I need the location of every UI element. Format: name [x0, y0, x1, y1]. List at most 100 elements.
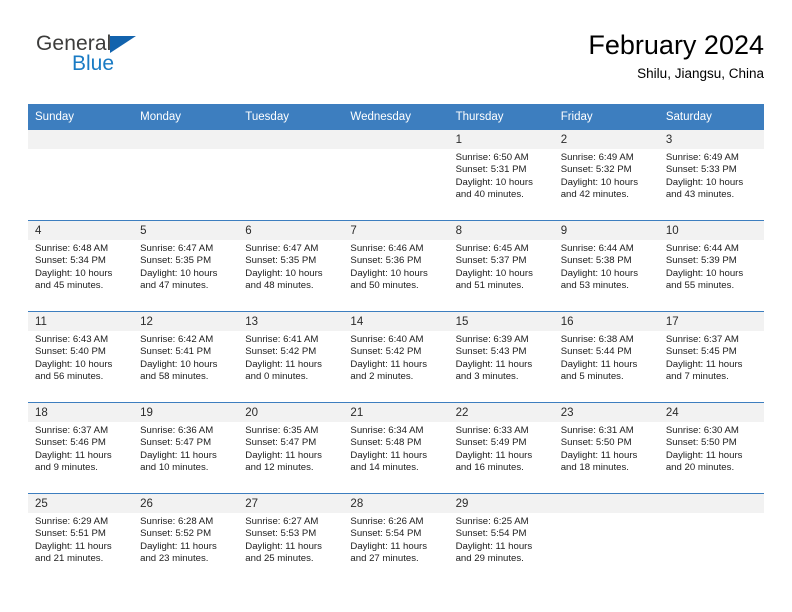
calendar-day-cell[interactable]: 10 Sunrise: 6:44 AM Sunset: 5:39 PM Dayligh…	[658, 220, 764, 312]
day-detail-daylight-line2: and 48 minutes.	[245, 280, 314, 292]
day-detail-sunset: Sunset: 5:47 PM	[140, 437, 212, 449]
calendar-cell-inner: 25 Sunrise: 6:29 AM Sunset: 5:51 PM Dayligh…	[28, 494, 134, 584]
day-number: 27	[238, 494, 344, 513]
calendar-day-cell[interactable]: 9 Sunrise: 6:44 AM Sunset: 5:38 PM Daylight…	[553, 220, 659, 312]
calendar-day-cell[interactable]: 11 Sunrise: 6:43 AM Sunset: 5:40 PM Dayligh…	[28, 311, 134, 403]
calendar-cell-inner: 10 Sunrise: 6:44 AM Sunset: 5:39 PM Dayligh…	[658, 221, 764, 311]
calendar-day-cell[interactable]: 16 Sunrise: 6:38 AM Sunset: 5:44 PM Dayligh…	[553, 311, 659, 403]
calendar-body: 1 Sunrise: 6:50 AM Sunset: 5:31 PM Daylight…	[28, 130, 764, 584]
day-details: Sunrise: 6:37 AM Sunset: 5:45 PM Daylight:…	[659, 331, 764, 384]
calendar-cell-empty	[553, 493, 659, 584]
calendar-day-cell[interactable]: 13 Sunrise: 6:41 AM Sunset: 5:42 PM Dayligh…	[238, 311, 344, 403]
day-number: 3	[658, 130, 764, 149]
calendar-cell-inner: 22 Sunrise: 6:33 AM Sunset: 5:49 PM Dayligh…	[448, 403, 554, 493]
day-detail-daylight-line1: Daylight: 10 hours	[665, 267, 744, 279]
calendar-day-cell[interactable]: 29 Sunrise: 6:25 AM Sunset: 5:54 PM Dayligh…	[448, 493, 554, 584]
day-detail-daylight-line2: and 42 minutes.	[560, 189, 629, 201]
day-number	[658, 494, 764, 513]
day-detail-sunset: Sunset: 5:34 PM	[35, 255, 106, 267]
general-blue-logo[interactable]: General Blue	[36, 32, 216, 88]
day-detail-sunset: Sunset: 5:42 PM	[350, 346, 422, 358]
calendar-day-cell[interactable]: 5 Sunrise: 6:47 AM Sunset: 5:35 PM Daylight…	[133, 220, 239, 312]
calendar-day-cell[interactable]: 23 Sunrise: 6:31 AM Sunset: 5:50 PM Dayligh…	[553, 402, 659, 494]
calendar-cell-empty	[343, 130, 449, 221]
calendar-day-cell[interactable]: 1 Sunrise: 6:50 AM Sunset: 5:31 PM Daylight…	[448, 130, 554, 221]
day-detail-daylight-line1: Daylight: 10 hours	[455, 267, 533, 279]
day-detail-sunset: Sunset: 5:44 PM	[560, 346, 632, 358]
day-detail-daylight-line1: Daylight: 11 hours	[560, 358, 638, 370]
calendar-day-cell[interactable]: 7 Sunrise: 6:46 AM Sunset: 5:36 PM Daylight…	[343, 220, 449, 312]
day-details: Sunrise: 6:40 AM Sunset: 5:42 PM Daylight:…	[343, 331, 448, 384]
calendar-cell-inner	[238, 130, 344, 220]
day-detail-sunset: Sunset: 5:45 PM	[665, 346, 737, 358]
day-detail-sunrise: Sunrise: 6:44 AM	[665, 243, 739, 254]
day-detail-daylight-line1: Daylight: 11 hours	[455, 540, 533, 552]
calendar-cell-inner: 16 Sunrise: 6:38 AM Sunset: 5:44 PM Dayligh…	[553, 312, 659, 402]
day-details: Sunrise: 6:44 AM Sunset: 5:39 PM Daylight:…	[659, 240, 764, 293]
calendar-day-cell[interactable]: 28 Sunrise: 6:26 AM Sunset: 5:54 PM Dayligh…	[343, 493, 449, 584]
day-detail-daylight-line2: and 45 minutes.	[35, 280, 104, 292]
calendar-day-cell[interactable]: 21 Sunrise: 6:34 AM Sunset: 5:48 PM Dayligh…	[343, 402, 449, 494]
day-detail-sunrise: Sunrise: 6:47 AM	[140, 243, 214, 254]
weekday-header-wednesday: Wednesday	[343, 104, 449, 130]
calendar-day-cell[interactable]: 19 Sunrise: 6:36 AM Sunset: 5:47 PM Dayligh…	[133, 402, 239, 494]
calendar-cell-inner: 17 Sunrise: 6:37 AM Sunset: 5:45 PM Dayligh…	[658, 312, 764, 402]
weekday-header-tuesday: Tuesday	[238, 104, 344, 130]
calendar-day-cell[interactable]: 2 Sunrise: 6:49 AM Sunset: 5:32 PM Daylight…	[553, 130, 659, 221]
calendar-cell-empty	[658, 493, 764, 584]
calendar-day-cell[interactable]: 26 Sunrise: 6:28 AM Sunset: 5:52 PM Dayligh…	[133, 493, 239, 584]
day-detail-daylight-line1: Daylight: 10 hours	[455, 176, 533, 188]
calendar-week-row: 18 Sunrise: 6:37 AM Sunset: 5:46 PM Dayligh…	[28, 402, 764, 494]
day-number: 15	[448, 312, 554, 331]
day-number: 29	[448, 494, 554, 513]
day-detail-sunset: Sunset: 5:35 PM	[245, 255, 317, 267]
day-details: Sunrise: 6:49 AM Sunset: 5:33 PM Daylight:…	[659, 149, 764, 202]
day-detail-daylight-line2: and 7 minutes.	[665, 371, 729, 383]
calendar-day-cell[interactable]: 8 Sunrise: 6:45 AM Sunset: 5:37 PM Daylight…	[448, 220, 554, 312]
day-detail-sunrise: Sunrise: 6:29 AM	[35, 516, 109, 527]
calendar-day-cell[interactable]: 18 Sunrise: 6:37 AM Sunset: 5:46 PM Dayligh…	[28, 402, 134, 494]
day-detail-sunset: Sunset: 5:31 PM	[455, 164, 527, 176]
day-detail-sunrise: Sunrise: 6:38 AM	[560, 334, 634, 345]
day-detail-sunset: Sunset: 5:54 PM	[455, 528, 527, 540]
calendar-cell-inner: 3 Sunrise: 6:49 AM Sunset: 5:33 PM Daylight…	[658, 130, 764, 220]
calendar-week-row: 1 Sunrise: 6:50 AM Sunset: 5:31 PM Daylight…	[28, 130, 764, 221]
calendar-day-cell[interactable]: 27 Sunrise: 6:27 AM Sunset: 5:53 PM Dayligh…	[238, 493, 344, 584]
calendar-cell-empty	[238, 130, 344, 221]
day-detail-daylight-line2: and 43 minutes.	[665, 189, 735, 201]
day-number: 16	[553, 312, 659, 331]
calendar-cell-inner	[343, 130, 449, 220]
day-detail-daylight-line2: and 0 minutes.	[245, 371, 309, 383]
day-details: Sunrise: 6:26 AM Sunset: 5:54 PM Daylight:…	[343, 513, 448, 566]
day-detail-daylight-line1: Daylight: 10 hours	[245, 267, 323, 279]
calendar-day-cell[interactable]: 15 Sunrise: 6:39 AM Sunset: 5:43 PM Dayligh…	[448, 311, 554, 403]
calendar-cell-inner: 24 Sunrise: 6:30 AM Sunset: 5:50 PM Dayligh…	[658, 403, 764, 493]
calendar-day-cell[interactable]: 24 Sunrise: 6:30 AM Sunset: 5:50 PM Dayligh…	[658, 402, 764, 494]
calendar-day-cell[interactable]: 17 Sunrise: 6:37 AM Sunset: 5:45 PM Dayligh…	[658, 311, 764, 403]
calendar-day-cell[interactable]: 6 Sunrise: 6:47 AM Sunset: 5:35 PM Daylight…	[238, 220, 344, 312]
calendar-day-cell[interactable]: 12 Sunrise: 6:42 AM Sunset: 5:41 PM Dayligh…	[133, 311, 239, 403]
calendar-day-cell[interactable]: 25 Sunrise: 6:29 AM Sunset: 5:51 PM Dayligh…	[28, 493, 134, 584]
day-detail-daylight-line1: Daylight: 11 hours	[350, 358, 428, 370]
day-detail-daylight-line1: Daylight: 10 hours	[140, 267, 218, 279]
calendar-day-cell[interactable]: 22 Sunrise: 6:33 AM Sunset: 5:49 PM Dayligh…	[448, 402, 554, 494]
calendar-day-cell[interactable]: 4 Sunrise: 6:48 AM Sunset: 5:34 PM Daylight…	[28, 220, 134, 312]
calendar-cell-inner: 13 Sunrise: 6:41 AM Sunset: 5:42 PM Dayligh…	[238, 312, 344, 402]
day-details: Sunrise: 6:50 AM Sunset: 5:31 PM Daylight:…	[449, 149, 554, 202]
day-detail-sunset: Sunset: 5:54 PM	[350, 528, 422, 540]
day-number: 17	[658, 312, 764, 331]
day-details: Sunrise: 6:37 AM Sunset: 5:46 PM Daylight:…	[28, 422, 133, 475]
calendar-day-cell[interactable]: 3 Sunrise: 6:49 AM Sunset: 5:33 PM Daylight…	[658, 130, 764, 221]
day-detail-daylight-line1: Daylight: 11 hours	[455, 449, 533, 461]
day-number	[133, 130, 239, 149]
calendar-page: General Blue February 2024 Shilu, Jiangs…	[0, 0, 792, 612]
day-details: Sunrise: 6:34 AM Sunset: 5:48 PM Daylight:…	[343, 422, 448, 475]
day-number: 4	[28, 221, 134, 240]
weekday-header-thursday: Thursday	[448, 104, 554, 130]
day-details: Sunrise: 6:47 AM Sunset: 5:35 PM Daylight:…	[133, 240, 238, 293]
day-detail-daylight-line2: and 18 minutes.	[560, 462, 629, 474]
day-detail-sunrise: Sunrise: 6:42 AM	[140, 334, 214, 345]
calendar-day-cell[interactable]: 14 Sunrise: 6:40 AM Sunset: 5:42 PM Dayligh…	[343, 311, 449, 403]
day-detail-sunset: Sunset: 5:48 PM	[350, 437, 422, 449]
calendar-day-cell[interactable]: 20 Sunrise: 6:35 AM Sunset: 5:47 PM Dayligh…	[238, 402, 344, 494]
